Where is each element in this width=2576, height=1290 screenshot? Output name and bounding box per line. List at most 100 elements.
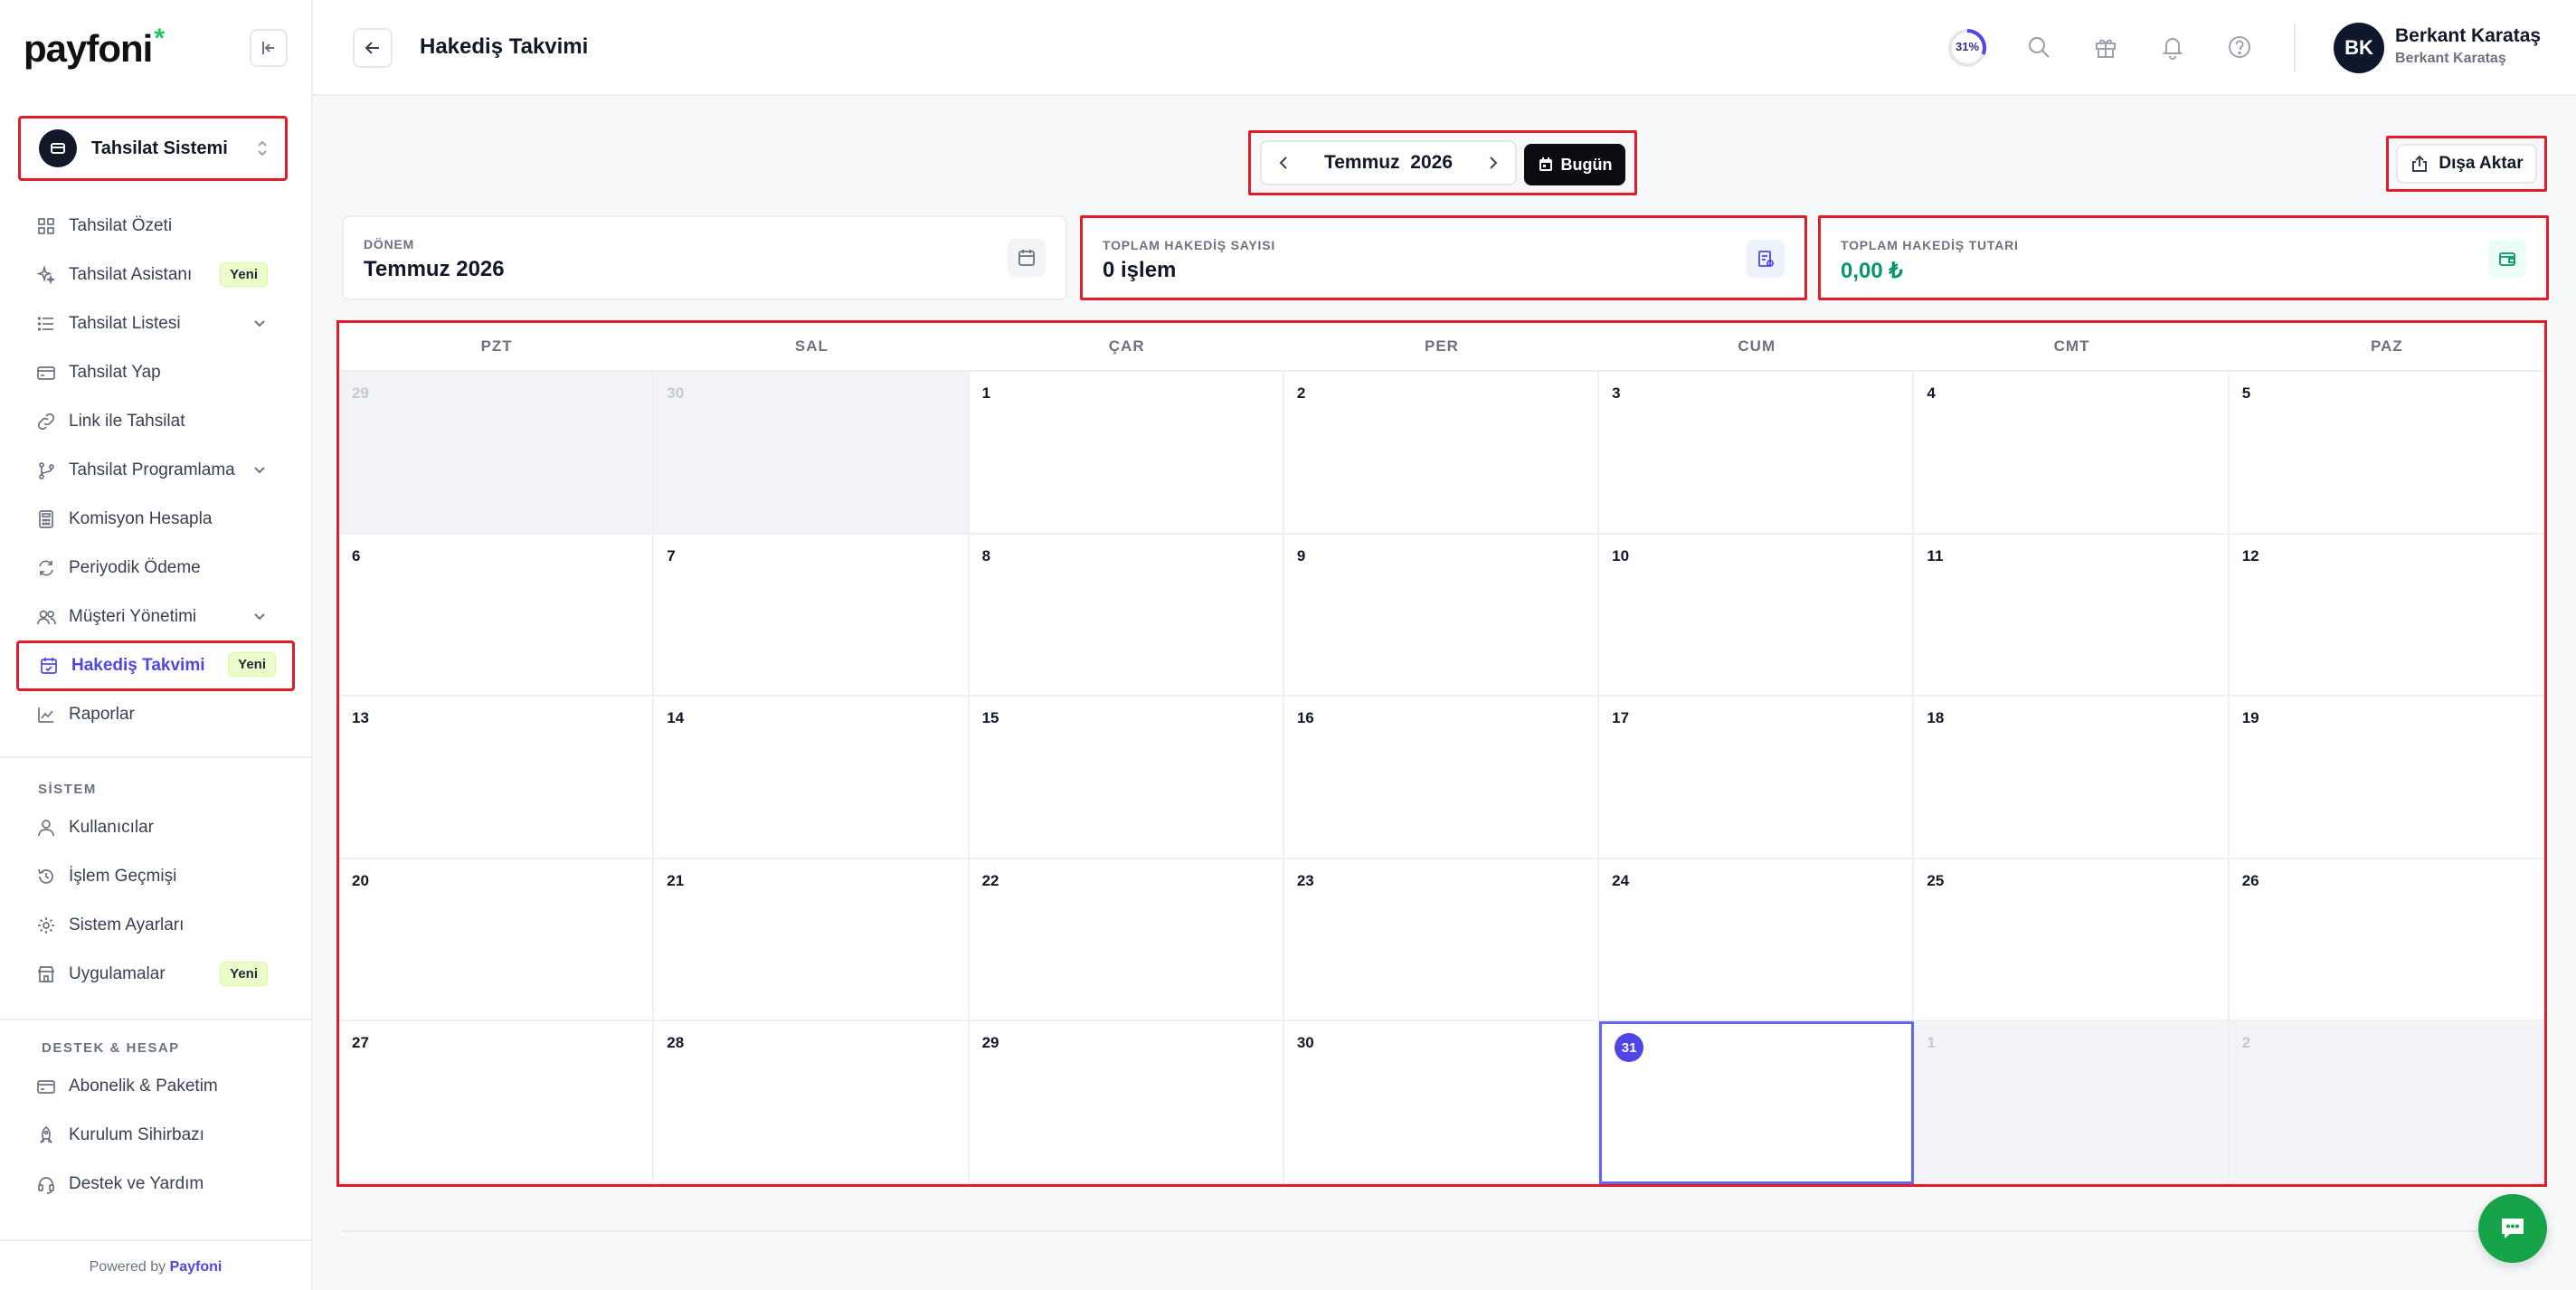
calendar-day[interactable]: 11: [1914, 534, 2230, 697]
calendar-day[interactable]: 22: [969, 858, 1284, 1022]
calendar-day[interactable]: 6: [339, 534, 655, 697]
today-button[interactable]: Bugün: [1524, 144, 1625, 185]
chevron-down-icon[interactable]: [251, 315, 268, 331]
organization-selector[interactable]: Tahsilat Sistemi: [18, 116, 288, 181]
day-number: 30: [667, 384, 685, 402]
calendar-day[interactable]: 18: [1914, 697, 2230, 859]
calendar-day[interactable]: 24: [1599, 858, 1915, 1022]
sidebar-item-label: Tahsilat Yap: [69, 363, 161, 382]
calendar-day[interactable]: 8: [969, 534, 1284, 697]
current-month-label: Temmuz 2026: [1323, 152, 1453, 173]
calendar-day[interactable]: 16: [1283, 697, 1600, 859]
stat-card-count: TOPLAM HAKEDİŞ SAYISI 0 işlem: [1080, 215, 1807, 300]
calendar-day[interactable]: 20: [339, 858, 655, 1022]
payfoni-logo[interactable]: payfoni*: [24, 24, 165, 71]
history-icon: [36, 867, 56, 887]
card-icon: [36, 1077, 56, 1096]
sidebar-item-hakedis-takvimi[interactable]: Hakediş Takvimi Yeni: [16, 640, 295, 691]
stat-value: 0 işlem: [1103, 258, 1177, 282]
sidebar-item-tahsilat-programlama[interactable]: Tahsilat Programlama: [18, 449, 288, 492]
day-number: 7: [667, 546, 676, 564]
weekday-label: PER: [1425, 337, 1459, 355]
chat-button[interactable]: [2478, 1194, 2547, 1263]
calendar-day[interactable]: 27: [339, 1021, 655, 1184]
day-number: 16: [1296, 709, 1314, 727]
sidebar-item-tahsilat-asistani[interactable]: Tahsilat Asistanı Yeni: [18, 253, 288, 297]
gift-button[interactable]: [2091, 33, 2120, 62]
stat-value: 0,00 ₺: [1841, 259, 1903, 283]
sidebar-item-komisyon-hesapla[interactable]: Komisyon Hesapla: [18, 498, 288, 541]
calendar-day[interactable]: 15: [969, 697, 1284, 859]
user-name[interactable]: Berkant Karataş: [2395, 25, 2541, 47]
next-month-button[interactable]: [1482, 153, 1502, 173]
sidebar-item-uygulamalar[interactable]: Uygulamalar Yeni: [18, 953, 288, 996]
sidebar-item-kullanicilar[interactable]: Kullanıcılar: [18, 806, 288, 849]
calendar-day[interactable]: 4: [1914, 372, 2230, 535]
day-number: 15: [981, 709, 999, 727]
calendar-day[interactable]: 2: [2229, 1021, 2544, 1184]
sidebar-item-periyodik-odeme[interactable]: Periyodik Ödeme: [18, 546, 288, 590]
day-number: 24: [1612, 871, 1630, 889]
stat-label: DÖNEM: [364, 237, 415, 251]
calendar-day[interactable]: 17: [1599, 697, 1915, 859]
back-button[interactable]: [353, 28, 393, 68]
calendar-day-today[interactable]: 31: [1599, 1021, 1915, 1184]
powered-by: Powered by Payfoni: [89, 1259, 223, 1275]
sidebar-item-label: Sistem Ayarları: [69, 915, 185, 934]
calendar-day[interactable]: 21: [654, 858, 970, 1022]
sidebar-item-sistem-ayarlari[interactable]: Sistem Ayarları: [18, 904, 288, 947]
chevron-down-icon[interactable]: [251, 608, 268, 624]
day-number: 9: [1296, 546, 1306, 564]
calendar-day[interactable]: 19: [2229, 697, 2544, 859]
help-button[interactable]: [2225, 33, 2254, 62]
setup-progress[interactable]: 31%: [1946, 27, 1988, 69]
export-area: Dışa Aktar: [2386, 136, 2547, 192]
calendar-day[interactable]: 1: [969, 372, 1284, 535]
day-number: 18: [1927, 709, 1945, 727]
calendar-day[interactable]: 25: [1914, 858, 2230, 1022]
sidebar-item-abonelik-paketim[interactable]: Abonelik & Paketim: [18, 1065, 288, 1108]
sidebar-item-tahsilat-yap[interactable]: Tahsilat Yap: [18, 351, 288, 394]
calendar-day[interactable]: 28: [654, 1021, 970, 1184]
sidebar-item-raporlar[interactable]: Raporlar: [18, 693, 288, 736]
calendar-day[interactable]: 26: [2229, 859, 2544, 1022]
calendar-day[interactable]: 12: [2229, 535, 2544, 697]
collapse-sidebar-button[interactable]: [250, 29, 288, 67]
sidebar-item-link-ile-tahsilat[interactable]: Link ile Tahsilat: [18, 400, 288, 443]
day-number: 11: [1927, 546, 1944, 564]
calendar-day[interactable]: 10: [1599, 534, 1915, 697]
stat-label: TOPLAM HAKEDİŞ SAYISI: [1103, 238, 1276, 252]
previous-month-button[interactable]: [1274, 153, 1294, 173]
search-button[interactable]: [2024, 33, 2053, 62]
help-icon: [2229, 36, 2250, 58]
chevron-down-icon[interactable]: [251, 461, 268, 478]
stat-label: TOPLAM HAKEDİŞ TUTARI: [1841, 238, 2019, 252]
calendar-day[interactable]: 7: [654, 534, 970, 697]
export-button[interactable]: Dışa Aktar: [2396, 144, 2537, 184]
sidebar-item-tahsilat-listesi[interactable]: Tahsilat Listesi: [18, 302, 288, 346]
calendar-day[interactable]: 23: [1283, 858, 1600, 1022]
calendar-day[interactable]: 5: [2229, 372, 2544, 535]
sidebar-item-musteri-yonetimi[interactable]: Müşteri Yönetimi: [18, 595, 288, 639]
gear-icon: [36, 915, 56, 935]
calendar-day[interactable]: 3: [1599, 372, 1915, 535]
avatar[interactable]: BK: [2334, 23, 2384, 73]
calendar-day[interactable]: 2: [1283, 372, 1600, 535]
sidebar-item-kurulum-sihirbazi[interactable]: Kurulum Sihirbazı: [18, 1114, 288, 1157]
calendar-day[interactable]: 13: [339, 697, 655, 859]
sidebar-item-tahsilat-ozeti[interactable]: Tahsilat Özeti: [18, 204, 288, 248]
link-icon: [36, 412, 56, 432]
top-header: Hakediş Takvimi 31% BK Berkant Karataş B…: [313, 0, 2576, 96]
calendar-day[interactable]: 1: [1914, 1021, 2230, 1184]
calendar-day[interactable]: 29: [969, 1021, 1284, 1184]
powered-by-brand[interactable]: Payfoni: [170, 1259, 223, 1275]
calendar-day[interactable]: 14: [654, 697, 970, 859]
sidebar-item-destek-ve-yardim[interactable]: Destek ve Yardım: [18, 1162, 288, 1206]
day-number: 28: [667, 1034, 685, 1052]
calendar-day[interactable]: 9: [1283, 534, 1600, 697]
calendar-day[interactable]: 30: [654, 372, 970, 535]
sidebar-item-islem-gecmisi[interactable]: İşlem Geçmişi: [18, 855, 288, 898]
calendar-day[interactable]: 29: [339, 372, 655, 535]
calendar-day[interactable]: 30: [1283, 1021, 1600, 1184]
notifications-button[interactable]: [2158, 33, 2187, 62]
